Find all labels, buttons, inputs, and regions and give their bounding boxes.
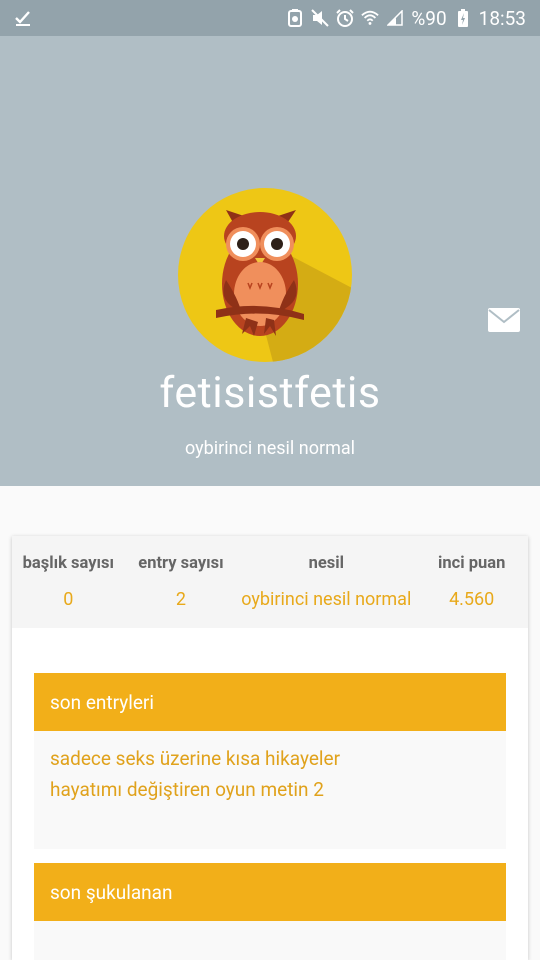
- stat-value: 4.560: [449, 589, 495, 610]
- battery-percent: %90: [411, 6, 447, 30]
- stats-card: başlık sayısı 0 entry sayısı 2 nesil oyb…: [12, 536, 528, 960]
- user-generation: oybirinci nesil normal: [184, 438, 356, 459]
- mail-icon[interactable]: [488, 308, 520, 332]
- stat-generation: nesil oybirinci nesil normal: [237, 536, 415, 628]
- entry-list: sadece seks üzerine kısa hikayeler hayat…: [34, 731, 506, 849]
- stat-value: 2: [175, 589, 187, 610]
- mute-icon: [311, 9, 330, 27]
- section-header: son entryleri: [34, 673, 506, 731]
- recent-likes-section: son şukulanan: [34, 863, 506, 960]
- signal-icon: [386, 9, 404, 27]
- alarm-icon: [336, 9, 355, 27]
- clock: 18:53: [478, 6, 526, 30]
- liked-list: [34, 921, 506, 960]
- stat-entry-count: entry sayısı 2: [125, 536, 238, 628]
- stat-topic-count: başlık sayısı 0: [12, 536, 125, 628]
- entry-link[interactable]: sadece seks üzerine kısa hikayeler: [50, 743, 490, 774]
- owl-avatar[interactable]: [178, 188, 352, 362]
- entry-link[interactable]: hayatımı değiştiren oyun metin 2: [50, 774, 490, 805]
- status-bar: %90 18:53: [0, 0, 540, 36]
- stat-value: oybirinci nesil normal: [241, 589, 412, 610]
- download-done-icon: [14, 9, 32, 27]
- username: fetisistfetis: [159, 368, 381, 418]
- stat-label: inci puan: [438, 554, 506, 573]
- stats-row: başlık sayısı 0 entry sayısı 2 nesil oyb…: [12, 536, 528, 628]
- section-header: son şukulanan: [34, 863, 506, 921]
- stat-value: 0: [63, 589, 74, 610]
- recent-entries-section: son entryleri sadece seks üzerine kısa h…: [34, 673, 506, 849]
- stat-karma: inci puan 4.560: [415, 536, 528, 628]
- stat-label: başlık sayısı: [22, 554, 114, 573]
- profile-header: fetisistfetis oybirinci nesil normal: [0, 36, 540, 486]
- stat-label: nesil: [308, 554, 344, 573]
- battery-icon: [454, 9, 472, 27]
- recycle-icon: [286, 9, 304, 27]
- wifi-icon: [361, 9, 380, 27]
- stat-label: entry sayısı: [138, 554, 224, 573]
